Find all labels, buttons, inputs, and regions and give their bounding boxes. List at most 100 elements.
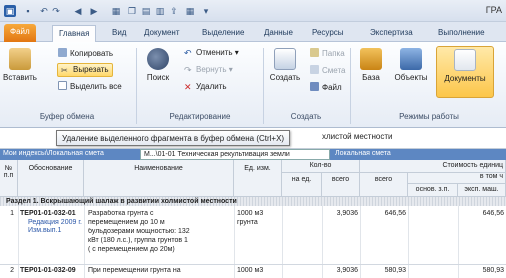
forward-icon[interactable]: ▶ [88,5,100,17]
row-qty-total: 3,9036 [336,267,358,274]
redo-icon[interactable]: ↷ [50,5,62,17]
paste-icon[interactable]: ▤ [140,5,152,17]
delete-label: Удалить [196,82,227,91]
tab-file[interactable]: Файл [4,24,36,42]
app-icon[interactable]: ▣ [4,5,16,17]
clipboard-group-label: Буфер обмена [39,112,95,121]
folder-icon [310,48,319,57]
objects-icon [400,48,422,70]
delete-button[interactable]: ✕ Удалить [184,82,227,92]
folder-button[interactable]: Папка [310,48,345,58]
window-title: ГРА [485,5,502,15]
copy-label: Копировать [70,49,114,58]
cut-label: Вырезать [73,65,109,74]
col-header-name[interactable]: Наименование [84,160,234,197]
col-header-num[interactable]: № п.п [0,160,18,197]
file-icon [310,82,319,91]
grid-line [408,206,409,278]
file-button[interactable]: Файл [310,82,342,92]
search-label: Поиск [146,73,170,82]
row-code: ТЕР01-01-032-01 [20,210,76,217]
database-icon [360,48,382,70]
row-machines: 646,56 [482,210,504,217]
estimate-button[interactable]: Смета [310,65,345,75]
undo-button[interactable]: ↶ Отменить ▾ [184,48,239,58]
editing-group-label: Редактирование [169,112,231,121]
objects-button[interactable]: Объекты [392,48,430,82]
copy-icon[interactable]: ❐ [126,5,138,17]
dropdown-icon[interactable]: ▾ [200,5,212,17]
tab-document[interactable]: Документ [138,25,186,42]
select-all-button[interactable]: Выделить все [58,81,122,91]
col-header-machines[interactable]: эксп. маш. [458,184,506,197]
create-button[interactable]: Создать [266,48,304,82]
file-label: Файл [322,83,342,92]
row-unit: 1000 м3 [237,267,264,274]
quick-access-toolbar: ▣ ▪ ↶ ↷ ◀ ▶ ▦ ❐ ▤ ▥ ⇪ ▦ ▾ ГРА [0,0,506,22]
table-icon[interactable]: ▦ [110,5,122,17]
row-name-line: бульдозерами мощностью: 132 [88,228,190,235]
col-header-unit[interactable]: Ед. изм. [234,160,282,197]
row-num: 2 [10,267,14,274]
export-icon[interactable]: ⇪ [168,5,180,17]
tab-expertise[interactable]: Экспертиза [364,25,419,42]
col-header-qty-total[interactable]: всего [322,173,360,197]
row-name-line: перемещением до 10 м [88,219,165,226]
doc-tab-estimate[interactable]: Локальная смета [332,149,394,160]
col-header-qty-per[interactable]: на ед. [282,173,322,197]
tab-selection[interactable]: Выделение [196,25,250,42]
row-unit: 1000 м3 [237,210,264,217]
grid-line [234,206,235,278]
scissors-icon: ✂ [61,66,68,75]
tab-resources[interactable]: Ресурсы [306,25,350,42]
undo-icon[interactable]: ↶ [38,5,50,17]
col-header-cost-total[interactable]: всего [360,173,408,197]
copy-button[interactable]: Копировать [58,48,113,58]
tab-data[interactable]: Данные [258,25,299,42]
paste-label: Вставить [3,73,37,82]
redo-label: Вернуть [196,65,227,74]
formula-bar-text: хлистой местности [322,132,393,141]
paste-button[interactable]: Вставить [2,48,38,82]
base-label: База [362,73,380,82]
col-header-qty[interactable]: Кол-во [282,160,360,173]
back-icon[interactable]: ◀ [72,5,84,17]
clipboard-icon [9,48,31,70]
save-icon[interactable]: ▪ [22,5,34,17]
copy-icon [58,48,67,57]
redo-icon: ↷ [184,65,192,75]
grid-line [18,206,19,278]
row-name-line: ( с перемещением до 20м) [88,246,175,253]
tab-view[interactable]: Вид [106,25,132,42]
tab-execution[interactable]: Выполнение [432,25,491,42]
col-header-code[interactable]: Обоснование [18,160,84,197]
section-row[interactable]: Раздел 1. Вскрышающий шалаж в развитии х… [0,197,506,206]
create-label: Создать [269,73,301,82]
row-code: ТЕР01-01-032-09 [20,267,76,274]
col-header-cost[interactable]: Стоимость единиц [360,160,506,173]
row-cost-total: 580,93 [384,267,406,274]
search-button[interactable]: Поиск [142,48,174,82]
base-button[interactable]: База [356,48,386,82]
print-icon[interactable]: ▥ [154,5,166,17]
delete-icon: ✕ [184,82,192,92]
grid-line [282,206,283,278]
document-tabs: Мои индексы\Локальная смета М...\01-01 Т… [0,149,506,160]
col-header-cost-sub[interactable]: в том ч [408,173,506,184]
redo-button[interactable]: ↷ Вернуть ▾ [184,65,233,75]
grid-line [84,206,85,278]
documents-button[interactable]: Документы [436,46,494,98]
doc-tab-reclamation[interactable]: М...\01-01 Техническая рекультивация зем… [140,149,330,160]
checkbox-icon [58,81,67,90]
grid-icon[interactable]: ▦ [184,5,196,17]
row-divider [0,264,506,265]
undo-icon: ↶ [184,48,192,58]
row-name-line: кВт (180 л.с.), группа грунтов 1 [88,237,188,244]
col-header-base-wage[interactable]: основ. з.п. [408,184,458,197]
cut-button[interactable]: ✂ Вырезать [57,63,113,77]
row-qty-total: 3,9036 [336,210,358,217]
tab-home[interactable]: Главная [52,25,97,43]
doc-tab-local-estimate[interactable]: Мои индексы\Локальная смета [0,149,107,160]
estimate-label: Смета [322,66,346,75]
ribbon-tabs: Файл Главная Вид Документ Выделение Данн… [0,22,506,43]
